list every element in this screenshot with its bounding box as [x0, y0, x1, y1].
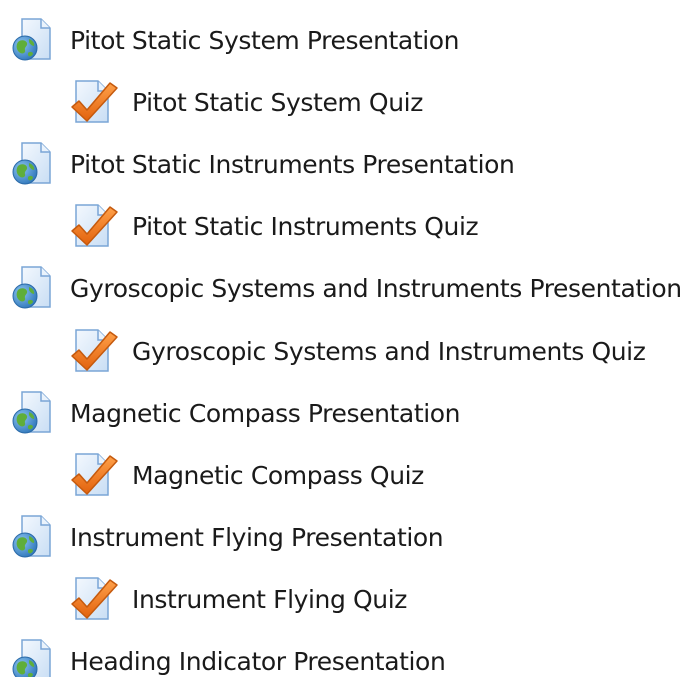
quiz-icon	[71, 577, 118, 620]
activity-pitot-static-system-quiz[interactable]: Pitot Static System Quiz	[70, 77, 423, 127]
web-page-icon	[12, 142, 51, 185]
quiz-icon	[71, 204, 118, 247]
activity-gyroscopic-systems-presentation[interactable]: Gyroscopic Systems and Instruments Prese…	[8, 263, 682, 313]
activity-pitot-static-system-presentation[interactable]: Pitot Static System Presentation	[8, 15, 460, 65]
course-activity-list: Pitot Static System Presentation Pitot S…	[0, 0, 682, 677]
activity-pitot-static-instruments-quiz[interactable]: Pitot Static Instruments Quiz	[70, 201, 479, 251]
web-page-icon	[12, 18, 51, 61]
activity-label[interactable]: Magnetic Compass Quiz	[132, 461, 424, 490]
activity-magnetic-compass-quiz[interactable]: Magnetic Compass Quiz	[70, 450, 424, 500]
quiz-icon	[71, 80, 118, 123]
activity-label[interactable]: Instrument Flying Presentation	[70, 523, 444, 552]
quiz-icon	[71, 453, 118, 496]
activity-heading-indicator-presentation[interactable]: Heading Indicator Presentation	[8, 636, 446, 677]
activity-label[interactable]: Magnetic Compass Presentation	[70, 399, 461, 428]
activity-label[interactable]: Heading Indicator Presentation	[70, 647, 446, 676]
web-page-icon	[12, 266, 51, 309]
activity-instrument-flying-quiz[interactable]: Instrument Flying Quiz	[70, 574, 407, 624]
activity-label[interactable]: Pitot Static System Presentation	[70, 26, 460, 55]
activity-label[interactable]: Pitot Static System Quiz	[132, 88, 423, 117]
activity-label[interactable]: Pitot Static Instruments Presentation	[70, 150, 515, 179]
activity-label[interactable]: Instrument Flying Quiz	[132, 585, 407, 614]
activity-label[interactable]: Gyroscopic Systems and Instruments Quiz	[132, 337, 646, 366]
activity-gyroscopic-systems-quiz[interactable]: Gyroscopic Systems and Instruments Quiz	[70, 326, 646, 376]
web-page-icon	[12, 639, 51, 677]
activity-instrument-flying-presentation[interactable]: Instrument Flying Presentation	[8, 512, 444, 562]
quiz-icon	[71, 329, 118, 372]
web-page-icon	[12, 515, 51, 558]
activity-label[interactable]: Pitot Static Instruments Quiz	[132, 212, 479, 241]
activity-pitot-static-instruments-presentation[interactable]: Pitot Static Instruments Presentation	[8, 139, 515, 189]
web-page-icon	[12, 391, 51, 434]
activity-magnetic-compass-presentation[interactable]: Magnetic Compass Presentation	[8, 388, 461, 438]
activity-label[interactable]: Gyroscopic Systems and Instruments Prese…	[70, 274, 682, 303]
